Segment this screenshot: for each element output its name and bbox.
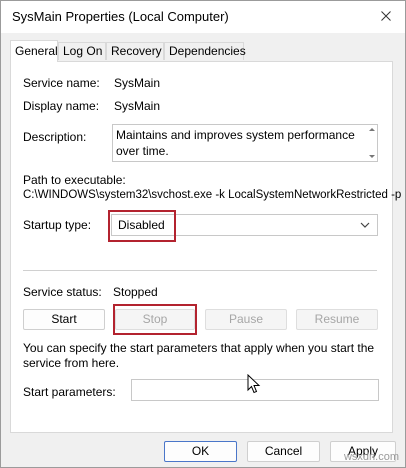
stop-button[interactable]: Stop [115,309,195,330]
pause-button[interactable]: Pause [205,309,287,330]
display-name-value: SysMain [114,99,161,113]
tab-general[interactable]: General [10,40,58,62]
title-bar: SysMain Properties (Local Computer) [1,1,405,33]
start-button[interactable]: Start [23,309,105,330]
tab-log-on-label: Log On [63,44,103,58]
service-status-value: Stopped [113,285,158,299]
tab-log-on[interactable]: Log On [58,42,106,60]
startup-type-value: Disabled [118,218,165,232]
mouse-pointer-icon [247,374,261,394]
watermark-text: wsxdn.com [343,451,399,463]
tab-dependencies[interactable]: Dependencies [164,42,246,60]
chevron-down-icon [360,222,370,228]
cancel-button[interactable]: Cancel [247,441,320,462]
ok-button[interactable]: OK [164,441,237,462]
tab-recovery-label: Recovery [111,44,162,58]
service-name-value: SysMain [114,76,161,90]
display-name-label: Display name: [23,99,100,113]
path-label: Path to executable: [23,173,126,187]
tab-dependencies-label: Dependencies [169,44,246,58]
startup-type-label: Startup type: [23,218,92,232]
scroll-arrows-icon[interactable] [368,126,376,160]
service-name-label: Service name: [23,76,100,90]
section-divider [23,270,377,271]
path-value: C:\WINDOWS\system32\svchost.exe -k Local… [23,189,402,201]
properties-dialog: SysMain Properties (Local Computer) Gene… [0,0,406,468]
window-title: SysMain Properties (Local Computer) [12,9,229,24]
description-label: Description: [23,130,87,144]
resume-button[interactable]: Resume [296,309,378,330]
startup-type-select[interactable]: Disabled [111,214,378,236]
close-icon [381,11,391,21]
start-params-help-text: You can specify the start parameters tha… [23,341,375,370]
tab-general-label: General [15,44,58,58]
tab-recovery[interactable]: Recovery [106,42,164,60]
start-params-label: Start parameters: [23,385,116,399]
description-text: Maintains and improves system performanc… [116,128,355,158]
tab-panel-general [10,61,393,433]
close-button[interactable] [373,4,399,28]
description-textbox[interactable]: Maintains and improves system performanc… [112,124,378,162]
service-status-label: Service status: [23,285,102,299]
